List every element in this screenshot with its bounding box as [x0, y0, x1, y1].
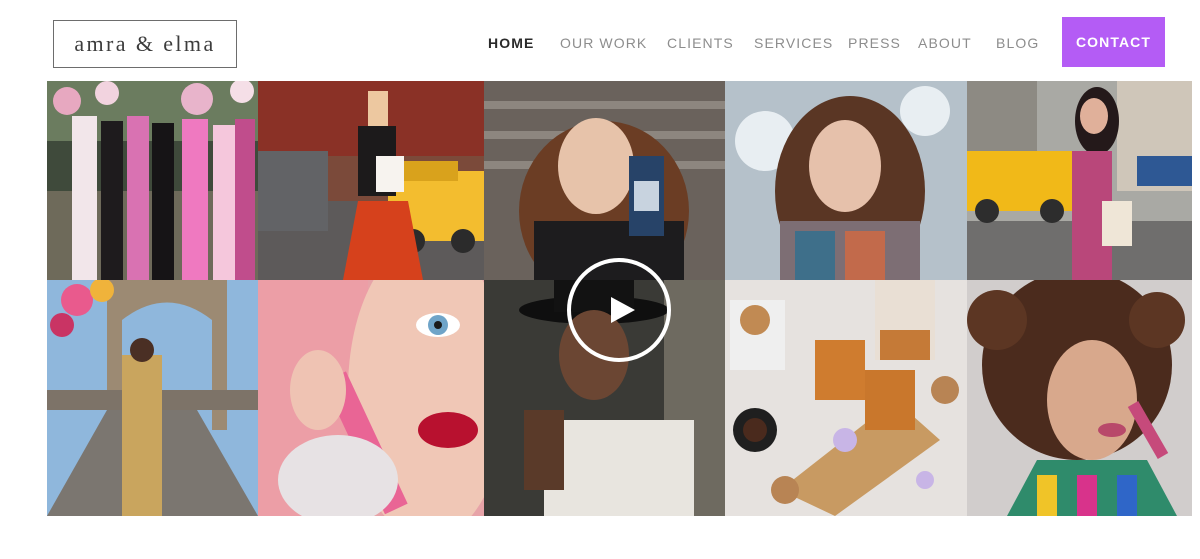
video-play-button[interactable] — [567, 258, 671, 362]
woman-bridge-balloons-photo[interactable] — [47, 280, 258, 516]
curly-hair-lipgloss-photo[interactable] — [967, 280, 1192, 516]
contact-button[interactable]: CONTACT — [1062, 17, 1165, 67]
nav-our-work[interactable]: OUR WORK — [560, 35, 647, 51]
nav-blog[interactable]: BLOG — [996, 35, 1039, 51]
nav-press[interactable]: PRESS — [848, 35, 901, 51]
nav-services[interactable]: SERVICES — [754, 35, 833, 51]
play-icon — [611, 297, 635, 323]
woman-snack-bar-photo[interactable] — [484, 81, 725, 280]
woman-taxi-street-photo[interactable] — [967, 81, 1192, 280]
site-logo[interactable]: amra & elma — [53, 20, 237, 68]
nav-clients[interactable]: CLIENTS — [667, 35, 734, 51]
nav-home[interactable]: HOME — [488, 35, 534, 51]
coffee-snacks-table-photo[interactable] — [725, 280, 967, 516]
olay-street-photo[interactable] — [258, 81, 484, 280]
runway-group-photo[interactable] — [47, 81, 258, 280]
lipstick-closeup-photo[interactable] — [258, 280, 484, 516]
nav-about[interactable]: ABOUT — [918, 35, 972, 51]
woman-winter-photo[interactable] — [725, 81, 967, 280]
